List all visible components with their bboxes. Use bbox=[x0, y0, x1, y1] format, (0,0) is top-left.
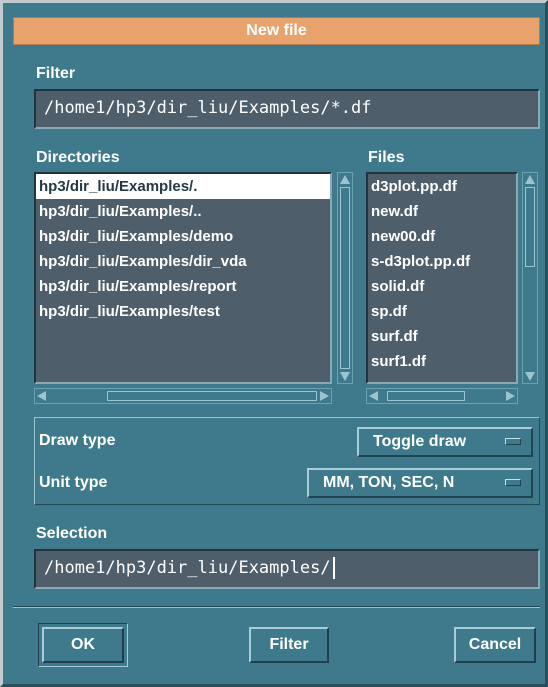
unit-type-value: MM, TON, SEC, N bbox=[323, 474, 455, 491]
draw-type-value: Toggle draw bbox=[373, 433, 467, 450]
directory-item-1[interactable]: hp3/dir_liu/Examples/.. bbox=[36, 199, 330, 224]
scroll-up-arrow-icon[interactable] bbox=[525, 175, 535, 184]
cancel-button[interactable]: Cancel bbox=[454, 627, 536, 663]
scroll-left-arrow-icon[interactable] bbox=[369, 391, 378, 401]
filter-button[interactable]: Filter bbox=[249, 627, 329, 663]
directory-item-2[interactable]: hp3/dir_liu/Examples/demo bbox=[36, 224, 330, 249]
directories-horizontal-scrollbar[interactable] bbox=[34, 388, 332, 404]
file-item-1[interactable]: new.df bbox=[368, 199, 516, 224]
directory-item-4[interactable]: hp3/dir_liu/Examples/report bbox=[36, 274, 330, 299]
directory-item-5[interactable]: hp3/dir_liu/Examples/test bbox=[36, 299, 330, 324]
unit-type-menu[interactable]: MM, TON, SEC, N bbox=[307, 468, 533, 498]
directories-vscroll-thumb[interactable] bbox=[340, 187, 350, 369]
files-vertical-scrollbar[interactable] bbox=[522, 172, 538, 384]
title-bar[interactable]: New file bbox=[13, 17, 540, 45]
files-vscroll-thumb[interactable] bbox=[525, 187, 535, 267]
draw-type-menu[interactable]: Toggle draw bbox=[357, 427, 533, 457]
scroll-down-arrow-icon[interactable] bbox=[340, 372, 350, 381]
directories-vertical-scrollbar[interactable] bbox=[337, 172, 353, 384]
file-item-6[interactable]: surf.df bbox=[368, 324, 516, 349]
dialog-window: New file Filter /home1/hp3/dir_liu/Examp… bbox=[0, 0, 548, 687]
scroll-right-arrow-icon[interactable] bbox=[320, 391, 329, 401]
separator bbox=[13, 606, 540, 608]
selection-input[interactable]: /home1/hp3/dir_liu/Examples/ bbox=[34, 549, 540, 589]
directory-item-0[interactable]: hp3/dir_liu/Examples/. bbox=[36, 174, 330, 199]
scroll-up-arrow-icon[interactable] bbox=[340, 175, 350, 184]
files-list[interactable]: d3plot.pp.df new.df new00.df s-d3plot.pp… bbox=[366, 172, 518, 384]
directories-label: Directories bbox=[36, 149, 120, 166]
scroll-right-arrow-icon[interactable] bbox=[506, 391, 515, 401]
files-horizontal-scrollbar[interactable] bbox=[366, 388, 518, 404]
filter-input[interactable]: /home1/hp3/dir_liu/Examples/*.df bbox=[34, 89, 540, 129]
scroll-left-arrow-icon[interactable] bbox=[37, 391, 46, 401]
option-menu-indicator-icon bbox=[505, 479, 521, 486]
selection-input-text: /home1/hp3/dir_liu/Examples/ bbox=[44, 558, 331, 578]
draw-type-label: Draw type bbox=[39, 432, 116, 449]
scroll-down-arrow-icon[interactable] bbox=[525, 372, 535, 381]
directories-list[interactable]: hp3/dir_liu/Examples/. hp3/dir_liu/Examp… bbox=[34, 172, 332, 384]
file-item-4[interactable]: solid.df bbox=[368, 274, 516, 299]
file-item-2[interactable]: new00.df bbox=[368, 224, 516, 249]
directory-item-3[interactable]: hp3/dir_liu/Examples/dir_vda bbox=[36, 249, 330, 274]
filter-input-text: /home1/hp3/dir_liu/Examples/*.df bbox=[44, 98, 372, 118]
file-item-3[interactable]: s-d3plot.pp.df bbox=[368, 249, 516, 274]
selection-label: Selection bbox=[36, 525, 108, 542]
unit-type-label: Unit type bbox=[39, 474, 108, 491]
ok-button[interactable]: OK bbox=[42, 627, 124, 663]
text-cursor bbox=[332, 557, 335, 579]
files-label: Files bbox=[368, 149, 405, 166]
file-item-7[interactable]: surf1.df bbox=[368, 349, 516, 374]
option-menu-indicator-icon bbox=[505, 438, 521, 445]
directories-hscroll-thumb[interactable] bbox=[107, 391, 317, 401]
files-hscroll-thumb[interactable] bbox=[387, 391, 465, 401]
filter-label: Filter bbox=[36, 65, 76, 82]
file-item-0[interactable]: d3plot.pp.df bbox=[368, 174, 516, 199]
window-title: New file bbox=[246, 22, 307, 39]
file-item-5[interactable]: sp.df bbox=[368, 299, 516, 324]
